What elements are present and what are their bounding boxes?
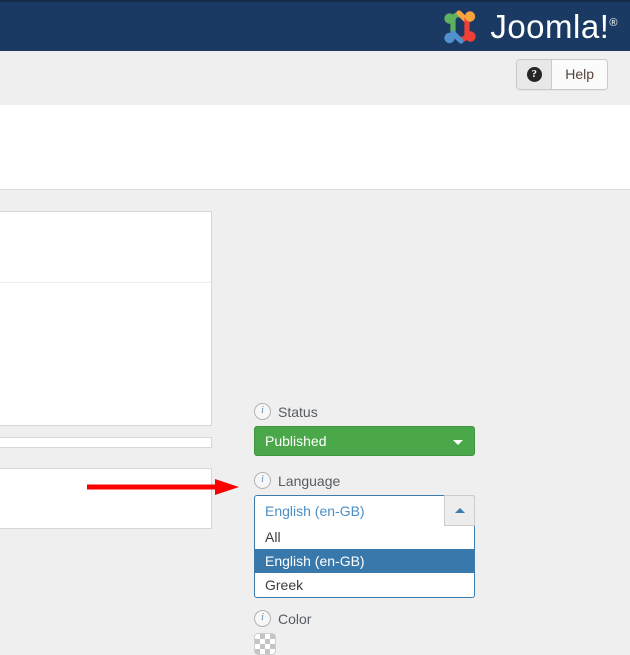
language-field-group: i Language English (en-GB) All English (…: [254, 472, 475, 598]
toolbar: ? Help: [0, 51, 630, 105]
info-icon[interactable]: i: [254, 403, 271, 420]
info-icon[interactable]: i: [254, 610, 271, 627]
caret-down-icon: [453, 440, 463, 445]
joomla-logo-icon: [439, 7, 481, 47]
language-combobox[interactable]: English (en-GB) All English (en-GB) Gree…: [254, 495, 475, 598]
app-header: Joomla!®: [0, 0, 630, 51]
transparent-checkerboard-swatch[interactable]: [254, 633, 276, 655]
status-label: Status: [278, 403, 318, 420]
status-selected-value: Published: [265, 433, 327, 449]
brand-name: Joomla!: [490, 8, 610, 45]
language-dropdown-toggle[interactable]: [444, 495, 475, 526]
language-option-list[interactable]: All English (en-GB) Greek: [254, 525, 475, 598]
left-panel-secondary: [0, 437, 212, 448]
panel-divider: [0, 282, 211, 283]
color-label-row: i Color: [254, 610, 311, 627]
language-option-greek[interactable]: Greek: [255, 573, 474, 597]
language-label-row: i Language: [254, 472, 475, 489]
color-label: Color: [278, 610, 312, 627]
language-combo-field[interactable]: English (en-GB): [254, 495, 475, 526]
language-option-english[interactable]: English (en-GB): [255, 549, 474, 573]
status-field-group: i Status Published: [254, 403, 475, 456]
help-icon-cell[interactable]: ?: [517, 60, 553, 89]
work-area: i Status Published i Language English (e…: [0, 191, 630, 655]
caret-up-icon: [454, 508, 465, 513]
content-band: [0, 105, 630, 190]
joomla-brand: Joomla!®: [439, 7, 618, 47]
language-option-all[interactable]: All: [255, 525, 474, 549]
color-field-group: i Color: [254, 610, 311, 655]
brand-registered-mark: ®: [609, 17, 618, 29]
help-button[interactable]: ? Help: [516, 59, 608, 90]
left-panel-primary: [0, 211, 212, 426]
help-button-label[interactable]: Help: [552, 60, 607, 89]
status-select[interactable]: Published: [254, 426, 475, 456]
language-selected-value: English (en-GB): [265, 502, 365, 519]
left-panel-tertiary: [0, 468, 212, 529]
status-label-row: i Status: [254, 403, 475, 420]
info-icon[interactable]: i: [254, 472, 271, 489]
language-label: Language: [278, 472, 341, 489]
question-mark-icon: ?: [526, 67, 542, 82]
brand-title: Joomla!®: [490, 7, 618, 47]
